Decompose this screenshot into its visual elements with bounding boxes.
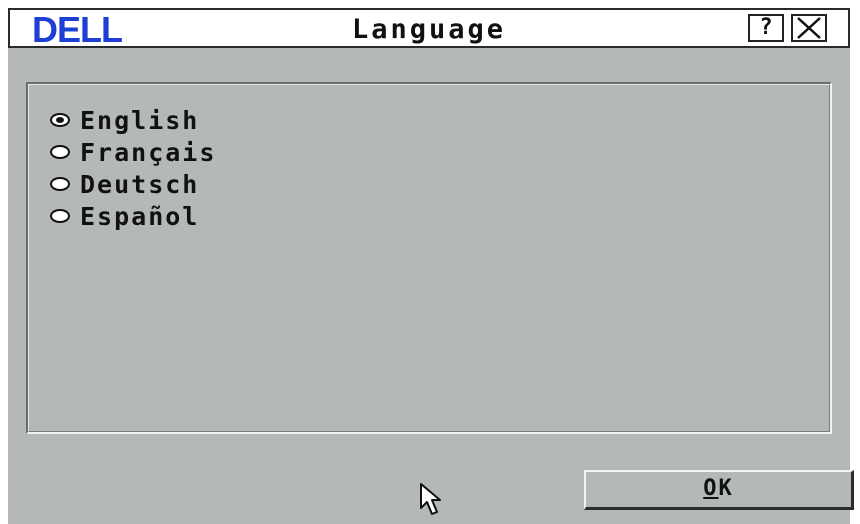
language-label: English	[80, 105, 200, 135]
close-icon	[797, 17, 821, 39]
radio-icon[interactable]	[50, 209, 70, 223]
language-dialog: DELL Language ? English Français Deutsch	[8, 8, 854, 524]
language-option-francais[interactable]: Français	[50, 136, 216, 168]
radio-icon[interactable]	[50, 113, 70, 127]
language-list: English Français Deutsch Español	[50, 104, 216, 232]
window-title: Language	[351, 14, 507, 45]
language-label: Français	[80, 137, 217, 167]
language-label: Deutsch	[80, 169, 200, 199]
language-option-deutsch[interactable]: Deutsch	[50, 168, 216, 200]
title-bar: DELL Language ?	[8, 8, 850, 48]
mouse-pointer-icon	[420, 483, 441, 515]
radio-icon[interactable]	[50, 145, 70, 159]
ok-label-rest: K	[718, 476, 734, 501]
language-panel: English Français Deutsch Español	[26, 82, 832, 434]
radio-icon[interactable]	[50, 177, 70, 191]
ok-label-mnemonic: O	[703, 476, 719, 501]
language-label: Español	[80, 201, 200, 231]
close-button[interactable]	[791, 14, 827, 42]
language-option-espanol[interactable]: Español	[50, 200, 216, 232]
help-button[interactable]: ?	[748, 14, 784, 42]
language-option-english[interactable]: English	[50, 104, 216, 136]
ok-button[interactable]: OK	[584, 470, 854, 510]
